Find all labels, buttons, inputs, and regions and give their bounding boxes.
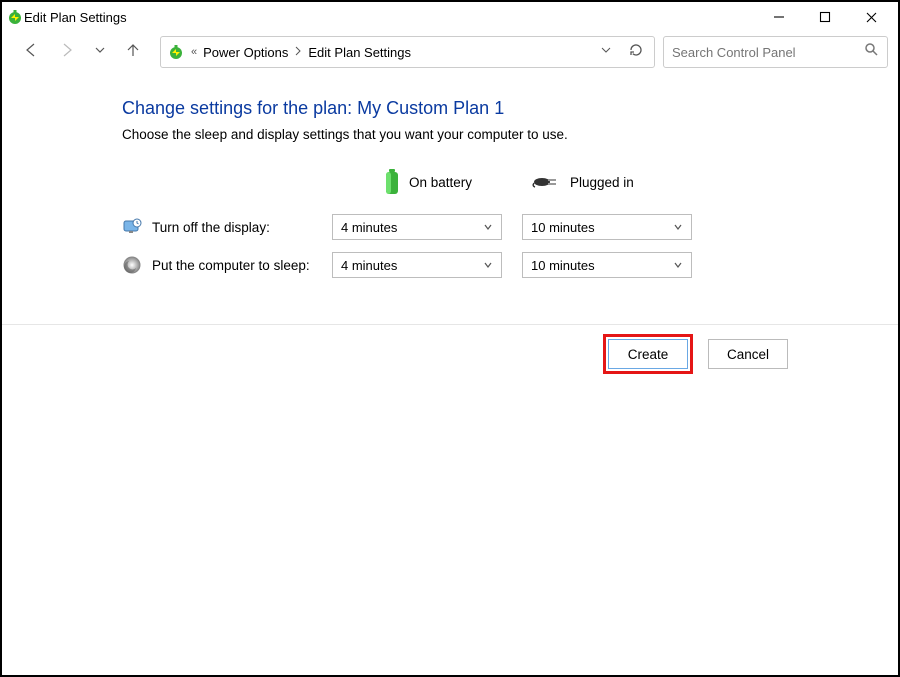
search-icon[interactable] [864,42,879,62]
window-title: Edit Plan Settings [24,10,756,25]
nav-buttons [12,41,152,64]
settings-grid: Turn off the display: 4 minutes 10 minut… [122,214,898,278]
battery-icon [383,168,401,196]
display-battery-value: 4 minutes [341,220,397,235]
display-plugged-dropdown[interactable]: 10 minutes [522,214,692,240]
action-buttons: Create Cancel [2,325,898,369]
display-icon [122,217,142,237]
breadcrumb-edit-plan[interactable]: Edit Plan Settings [308,45,411,60]
sleep-battery-dropdown[interactable]: 4 minutes [332,252,502,278]
sleep-icon [122,255,142,275]
page-subtitle: Choose the sleep and display settings th… [122,127,898,142]
up-button[interactable] [124,41,142,64]
chevron-down-icon [483,220,493,235]
display-battery-dropdown[interactable]: 4 minutes [332,214,502,240]
sleep-plugged-value: 10 minutes [531,258,595,273]
close-button[interactable] [848,2,894,32]
sleep-plugged-dropdown[interactable]: 10 minutes [522,252,692,278]
chevron-right-icon [294,46,302,59]
address-bar[interactable]: « Power Options Edit Plan Settings [160,36,655,68]
chevron-down-icon [673,258,683,273]
address-icon [167,43,185,61]
maximize-button[interactable] [802,2,848,32]
display-label-text: Turn off the display: [152,220,270,235]
window-controls [756,2,894,32]
minimize-button[interactable] [756,2,802,32]
display-plugged-value: 10 minutes [531,220,595,235]
breadcrumb-power-options[interactable]: Power Options [203,45,288,60]
breadcrumb-ellipsis[interactable]: « [191,46,197,58]
create-button[interactable]: Create [608,339,688,369]
plugged-in-label: Plugged in [570,175,634,190]
sleep-row-label: Put the computer to sleep: [122,255,332,275]
app-icon [6,8,24,26]
page-title: Change settings for the plan: My Custom … [122,98,898,119]
content-area: Change settings for the plan: My Custom … [2,72,898,302]
display-row-label: Turn off the display: [122,217,332,237]
cancel-button[interactable]: Cancel [708,339,788,369]
address-dropdown[interactable] [600,43,612,61]
sleep-label-text: Put the computer to sleep: [152,258,310,273]
toolbar: « Power Options Edit Plan Settings [2,32,898,72]
forward-button[interactable] [58,41,76,64]
sleep-battery-value: 4 minutes [341,258,397,273]
search-box[interactable] [663,36,888,68]
chevron-down-icon [673,220,683,235]
titlebar: Edit Plan Settings [2,2,898,32]
recent-dropdown[interactable] [94,43,106,61]
on-battery-label: On battery [409,175,472,190]
column-headers: On battery Plugged in [122,168,898,196]
refresh-button[interactable] [628,42,644,63]
back-button[interactable] [22,41,40,64]
chevron-down-icon [483,258,493,273]
plug-icon [532,173,562,191]
search-input[interactable] [672,45,852,60]
